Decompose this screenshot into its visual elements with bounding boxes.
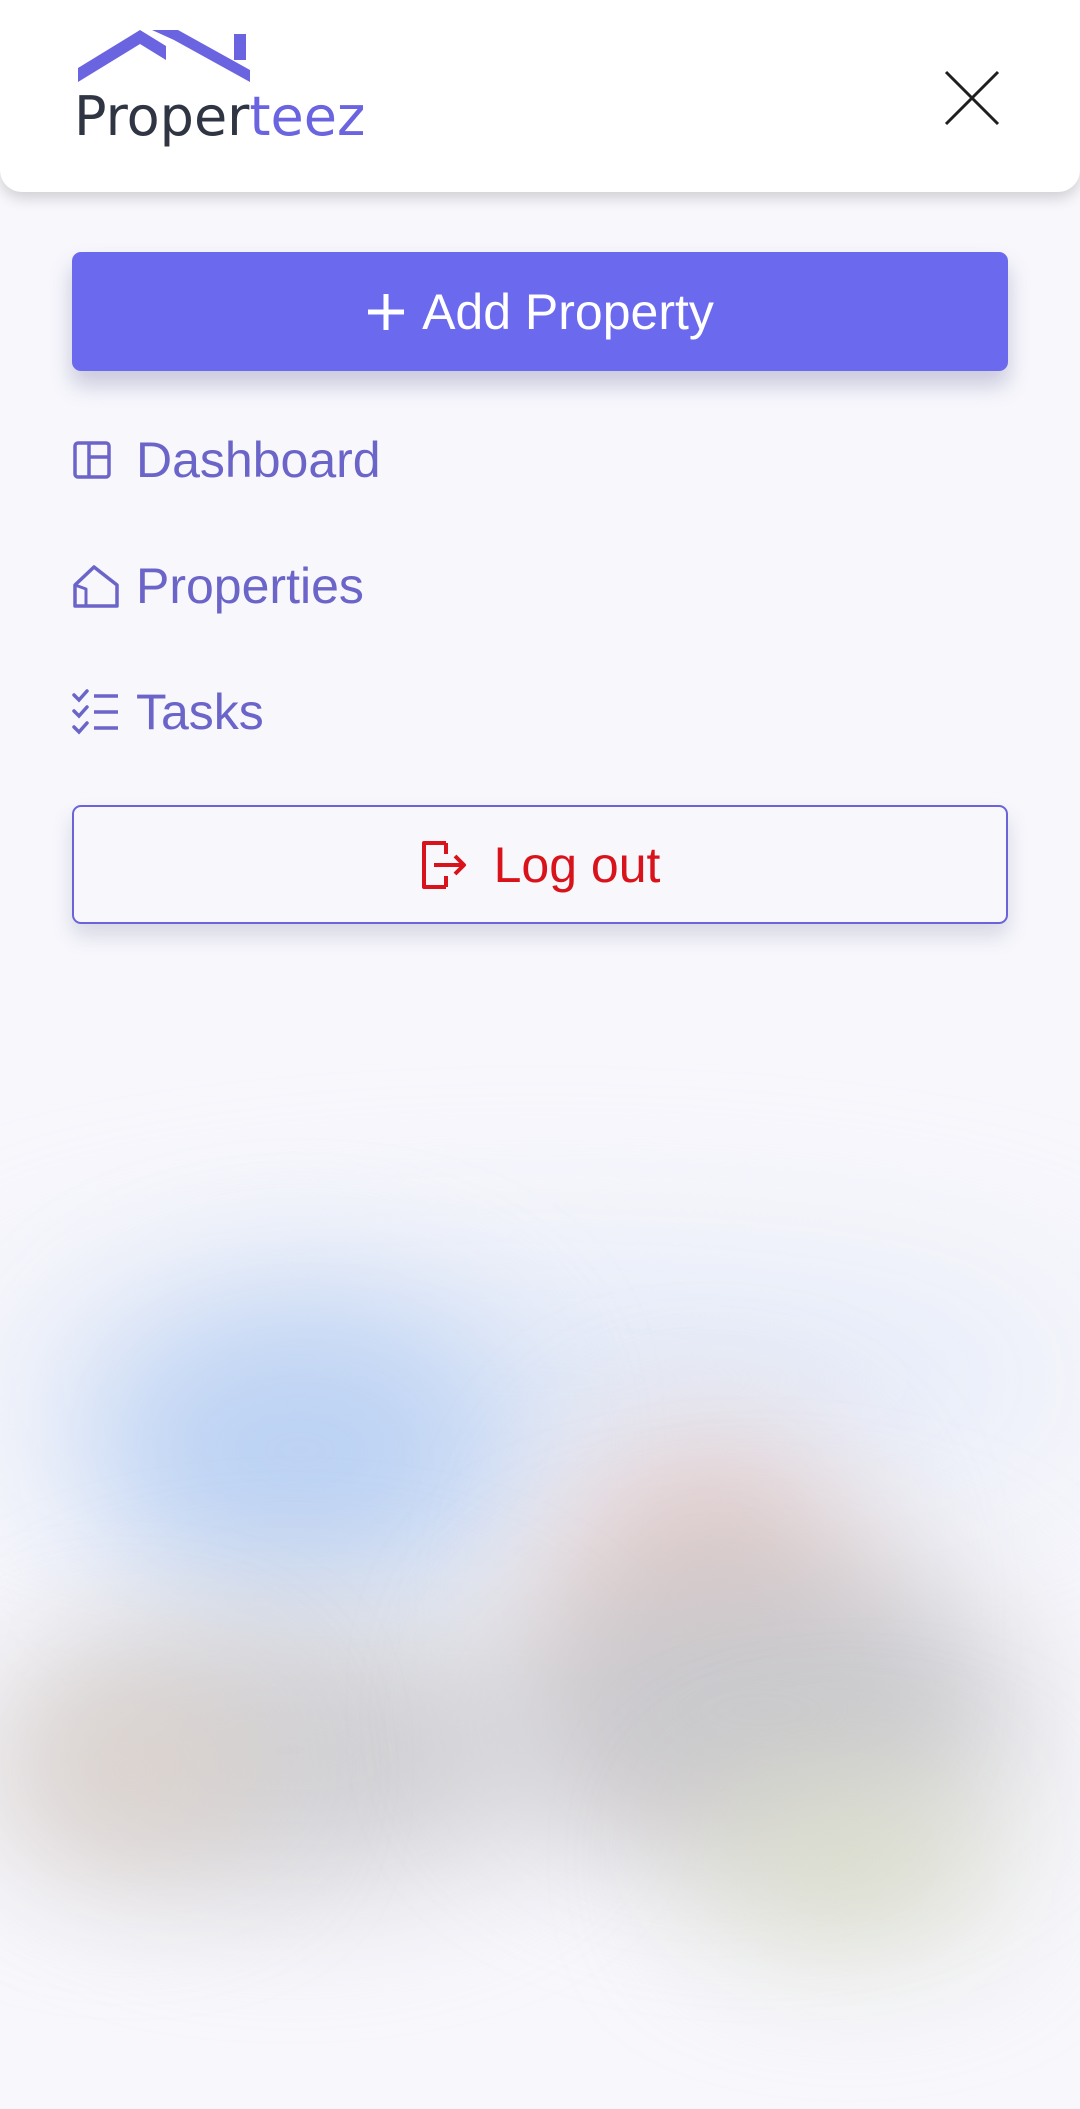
background-blur	[0, 1680, 260, 1860]
logout-icon	[421, 840, 466, 889]
dashboard-icon	[72, 434, 124, 486]
app-header: Properteez	[0, 0, 1080, 192]
brand-name-dark: Proper	[74, 85, 250, 148]
brand-wordmark: Properteez	[74, 90, 365, 144]
plus-icon	[368, 293, 405, 330]
nav-item-dashboard[interactable]: Dashboard	[72, 425, 381, 495]
logout-button[interactable]: Log out	[72, 805, 1008, 924]
close-icon	[944, 70, 1000, 126]
nav-item-properties[interactable]: Properties	[72, 551, 364, 621]
brand-logo[interactable]: Properteez	[74, 26, 374, 154]
brand-name-accent: teez	[249, 85, 366, 148]
background-blur	[700, 1780, 1000, 1940]
nav-label-dashboard: Dashboard	[136, 432, 381, 488]
nav-item-tasks[interactable]: Tasks	[72, 677, 264, 747]
nav-label-properties: Properties	[136, 558, 364, 614]
checklist-icon	[72, 686, 124, 738]
house-icon	[72, 560, 124, 612]
add-property-label: Add Property	[422, 283, 714, 340]
roof-logo-icon	[78, 30, 250, 82]
nav-label-tasks: Tasks	[136, 684, 264, 740]
add-property-button[interactable]: Add Property	[72, 252, 1008, 371]
logout-label: Log out	[493, 836, 661, 893]
background-blur	[90, 1300, 510, 1600]
close-menu-button[interactable]	[940, 66, 1004, 130]
